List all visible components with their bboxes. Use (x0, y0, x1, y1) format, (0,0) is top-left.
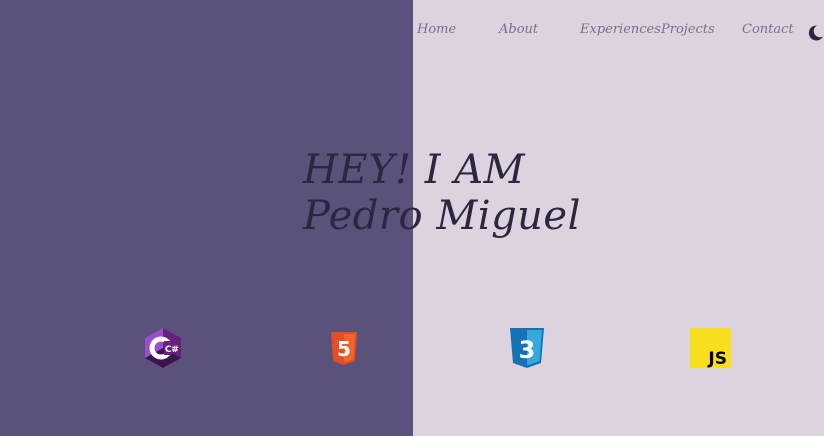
csharp-icon: C# (145, 328, 181, 368)
nav-about-link[interactable]: About (499, 22, 538, 37)
tech-item-css3: 3 (506, 327, 548, 369)
nav-home-link[interactable]: Home (417, 22, 456, 37)
theme-toggle-button[interactable] (806, 24, 824, 42)
html5-icon: 5 (331, 332, 357, 365)
hero-name: Pedro Miguel (303, 193, 581, 239)
moon-icon (808, 25, 823, 41)
csharp-glyph: C# (165, 345, 179, 355)
hero-heading: HEY! I AM Pedro Miguel (303, 147, 581, 239)
javascript-icon: JS (690, 328, 731, 368)
tech-item-html5: 5 (323, 327, 365, 369)
nav-contact-link[interactable]: Contact (742, 22, 794, 37)
css3-glyph: 3 (519, 336, 536, 364)
javascript-glyph: JS (707, 349, 727, 368)
hero-greeting: HEY! I AM (303, 147, 526, 193)
nav-experiences-link[interactable]: Experiences (580, 22, 661, 37)
css3-icon: 3 (510, 328, 544, 368)
html5-glyph: 5 (337, 337, 351, 361)
top-nav: Home About Experiences Projects Contact (0, 22, 824, 42)
tech-item-javascript: JS (690, 328, 731, 368)
nav-projects-link[interactable]: Projects (661, 22, 715, 37)
tech-item-csharp: C# (142, 327, 184, 369)
